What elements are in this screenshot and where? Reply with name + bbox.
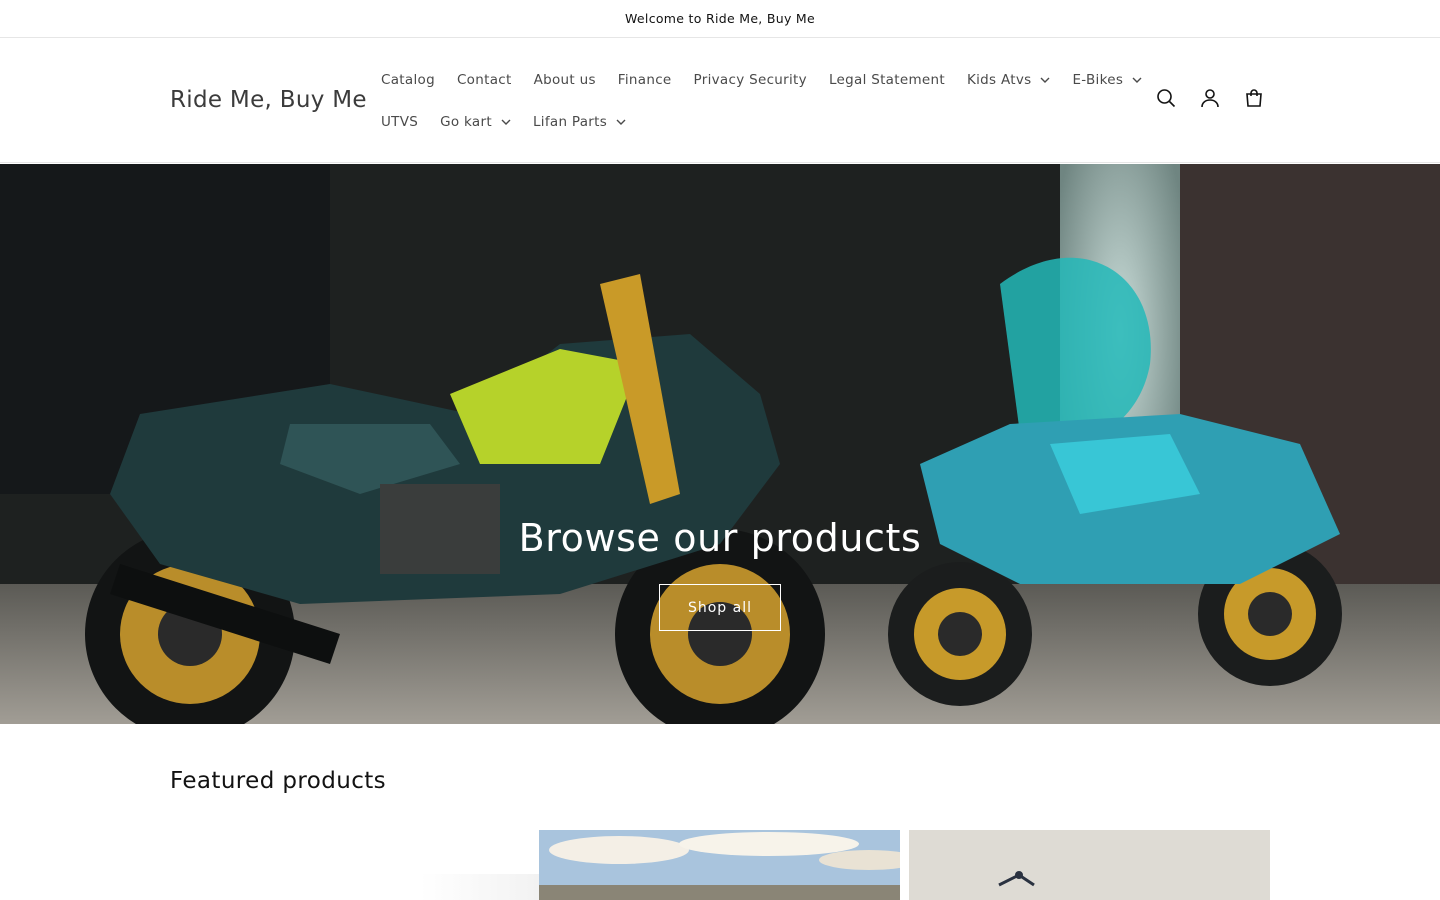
search-icon[interactable]: [1148, 80, 1184, 116]
main-nav: Catalog Contact About us Finance Privacy…: [370, 59, 1142, 143]
product-card[interactable]: [909, 830, 1270, 900]
header-icons: [1148, 80, 1272, 116]
store-logo[interactable]: Ride Me, Buy Me: [170, 87, 367, 113]
product-card[interactable]: [539, 830, 900, 900]
section-title: Featured products: [170, 768, 387, 794]
nav-item-legal-statement[interactable]: Legal Statement: [818, 72, 956, 88]
cart-icon[interactable]: [1236, 80, 1272, 116]
nav-item-e-bikes[interactable]: E-Bikes: [1061, 72, 1153, 88]
nav-item-kids-atvs[interactable]: Kids Atvs: [956, 72, 1062, 88]
hero-image-motorcycles: [0, 164, 1440, 724]
account-icon[interactable]: [1192, 80, 1228, 116]
hero-title: Browse our products: [518, 516, 922, 560]
nav-item-lifan-parts[interactable]: Lifan Parts: [522, 114, 637, 130]
nav-item-finance[interactable]: Finance: [607, 72, 683, 88]
nav-item-utvs[interactable]: UTVS: [370, 114, 429, 130]
nav-item-contact[interactable]: Contact: [446, 72, 523, 88]
chevron-down-icon: [1040, 77, 1050, 83]
hero-banner: Browse our products Shop all: [0, 164, 1440, 724]
chevron-down-icon: [616, 119, 626, 125]
nav-row-2: UTVS Go kart Lifan Parts: [370, 101, 1130, 143]
announcement-text: Welcome to Ride Me, Buy Me: [625, 11, 815, 26]
nav-item-about-us[interactable]: About us: [523, 72, 607, 88]
nav-item-privacy-security[interactable]: Privacy Security: [683, 72, 818, 88]
nav-row-1: Catalog Contact About us Finance Privacy…: [370, 59, 1142, 101]
site-header: Ride Me, Buy Me Catalog Contact About us…: [0, 38, 1440, 163]
product-image: [909, 830, 1270, 900]
product-image-fade: [420, 874, 540, 900]
nav-item-catalog[interactable]: Catalog: [370, 72, 446, 88]
chevron-down-icon: [501, 119, 511, 125]
nav-item-go-kart[interactable]: Go kart: [429, 114, 522, 130]
product-image: [539, 830, 900, 900]
shop-all-button[interactable]: Shop all: [659, 584, 781, 631]
announcement-bar: Welcome to Ride Me, Buy Me: [0, 0, 1440, 38]
chevron-down-icon: [1132, 77, 1142, 83]
featured-products-section: Featured products: [0, 724, 1440, 900]
hero-content: Browse our products Shop all: [0, 516, 1440, 631]
